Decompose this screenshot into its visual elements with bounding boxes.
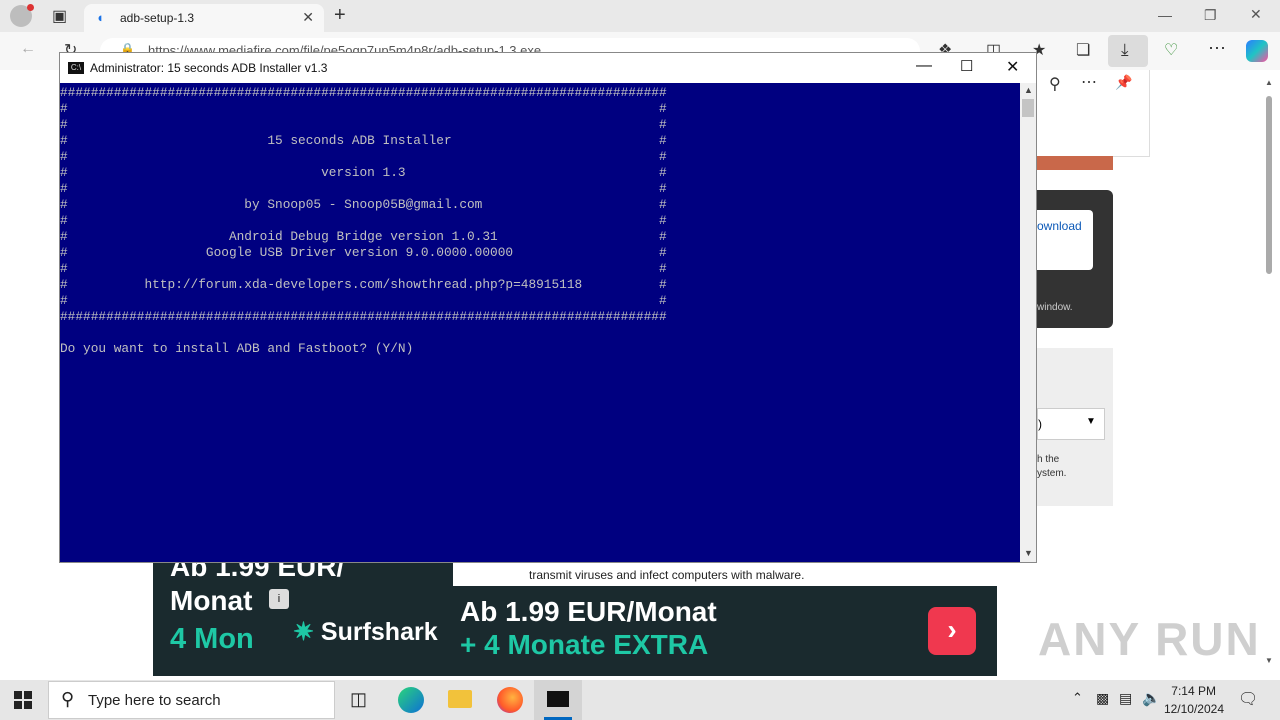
console-minimize-icon[interactable]: — (916, 57, 932, 75)
console-app-icon: C:\ (68, 62, 84, 74)
task-view-icon[interactable]: ◫ (350, 689, 367, 710)
ad-left-line1: Ab 1.99 EUR/ (170, 563, 345, 582)
ad-left-line3: 4 Mon (170, 623, 254, 655)
edge-tab-icon: ◖ (96, 10, 104, 25)
collections-icon[interactable]: ❏ (1076, 40, 1090, 60)
ad-brand: Surfshark (320, 618, 438, 646)
grey-text-1: h the (1037, 454, 1060, 465)
volume-icon[interactable]: 🔈 (1142, 689, 1161, 707)
notifications-icon[interactable]: 🗨 (1238, 689, 1258, 709)
console-maximize-icon[interactable]: ☐ (960, 57, 973, 75)
tray-device-icon[interactable]: ▩ (1096, 690, 1109, 707)
browser-tab-bar: ▣ ◖ adb-setup-1.3 ✕ + — ❐ ✕ (0, 0, 1280, 32)
watermark: ANY RUN (1038, 613, 1261, 665)
file-explorer-icon[interactable] (448, 690, 472, 708)
console-window[interactable]: C:\ Administrator: 15 seconds ADB Instal… (59, 52, 1037, 563)
page-scrollbar[interactable]: ▲ ▼ (1262, 78, 1276, 668)
surfshark-icon: ✷ (293, 618, 314, 646)
close-tab-icon[interactable]: ✕ (302, 9, 314, 26)
clock-date[interactable]: 12/10/2024 (1160, 702, 1224, 716)
surfshark-logo: ✷ Surfshark (293, 617, 438, 647)
download-button[interactable]: ownload (1037, 210, 1093, 270)
network-icon[interactable]: ▤ (1119, 690, 1132, 707)
select-value: ) (1038, 417, 1042, 431)
ad-left-line2: Monat (170, 585, 253, 616)
window-text: window. (1037, 302, 1073, 313)
more-menu-icon[interactable]: ⋯ (1208, 38, 1226, 59)
more-options-icon[interactable]: ⋯ (1081, 72, 1097, 92)
ad-headline-2: + 4 Monate EXTRA (460, 629, 709, 660)
clock-time[interactable]: 7:14 PM (1166, 684, 1216, 698)
close-window-icon[interactable]: ✕ (1250, 6, 1262, 23)
chevron-down-icon: ▼ (1086, 416, 1096, 427)
minimize-icon[interactable]: — (1158, 7, 1172, 23)
console-output: ########################################… (60, 85, 667, 356)
pin-icon[interactable]: 📌 (1115, 74, 1132, 91)
page-scrollbar-thumb[interactable] (1266, 96, 1272, 274)
console-scrollbar[interactable]: ▲ ▼ (1020, 83, 1036, 562)
console-body[interactable]: ########################################… (60, 83, 1020, 562)
performance-icon[interactable]: ♡ (1164, 40, 1178, 60)
downloads-button[interactable]: ⤓ (1108, 35, 1148, 67)
download-icon: ⤓ (1121, 40, 1129, 59)
browser-tab[interactable]: ◖ adb-setup-1.3 ✕ (84, 4, 324, 32)
firefox-icon[interactable] (497, 687, 523, 713)
windows-start-icon[interactable] (14, 691, 32, 709)
ad-info-icon[interactable]: i (269, 589, 289, 609)
warning-text: transmit viruses and infect computers wi… (529, 568, 805, 582)
new-tab-icon[interactable]: + (334, 4, 346, 27)
tab-title: adb-setup-1.3 (120, 11, 195, 25)
console-taskbar-button[interactable] (534, 680, 582, 720)
warning-strip: transmit viruses and infect computers wi… (453, 563, 997, 586)
tab-actions-icon[interactable]: ▣ (52, 6, 67, 26)
search-icon: ⚲ (61, 689, 75, 709)
search-icon[interactable]: ⚲ (1049, 74, 1061, 94)
console-close-icon[interactable]: ✕ (1006, 57, 1019, 77)
ad-headline-1: Ab 1.99 EUR/Monat (460, 596, 717, 627)
downloads-panel: ⚲ ⋯ 📌 (1036, 70, 1150, 157)
restore-icon[interactable]: ❐ (1204, 7, 1217, 24)
profile-avatar[interactable] (10, 4, 34, 27)
console-scrollbar-thumb[interactable] (1022, 99, 1034, 117)
copilot-icon[interactable] (1246, 40, 1268, 62)
console-taskbar-icon (547, 691, 569, 707)
back-icon[interactable]: ← (20, 40, 36, 58)
grey-text-2: ystem. (1037, 468, 1067, 479)
console-title: Administrator: 15 seconds ADB Installer … (90, 61, 328, 75)
taskbar-search-placeholder: Type here to search (88, 692, 221, 709)
ad-cta-button[interactable]: › (928, 607, 976, 655)
page-orange-strip (1037, 156, 1113, 170)
dropdown-select[interactable]: ) ▼ (1037, 408, 1105, 440)
console-title-bar[interactable]: C:\ Administrator: 15 seconds ADB Instal… (60, 53, 1036, 83)
download-label: ownload (1037, 219, 1082, 233)
edge-taskbar-icon[interactable] (398, 687, 424, 713)
chevron-up-icon[interactable]: ⌃ (1072, 690, 1083, 706)
taskbar-search-box[interactable]: ⚲ Type here to search (48, 681, 335, 719)
